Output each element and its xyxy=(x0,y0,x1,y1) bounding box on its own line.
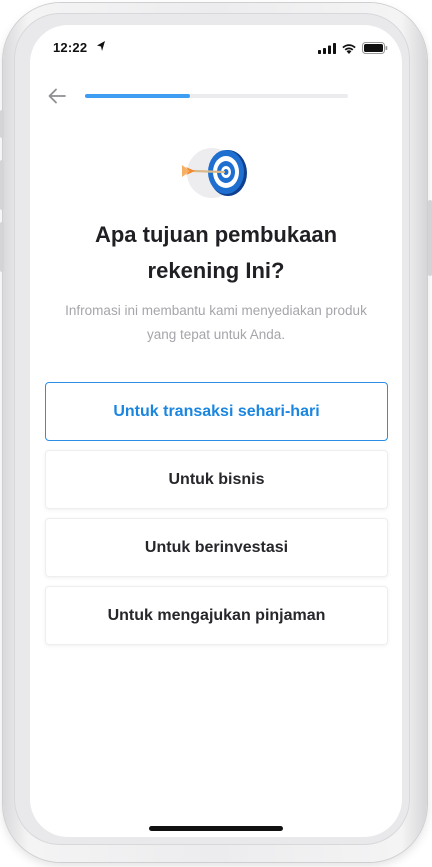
location-arrow-icon xyxy=(97,41,105,51)
power-button xyxy=(428,200,432,276)
page-title: Apa tujuan pembukaan rekening Ini? xyxy=(94,222,338,283)
app-screen: 12:22 Apa tujuan pembukaan rekening Ini?… xyxy=(30,25,402,837)
arrow-left-icon xyxy=(48,88,66,104)
status-bar: 12:22 xyxy=(30,25,402,69)
volume-down-button xyxy=(0,222,4,272)
target-dart-illustration xyxy=(178,143,254,205)
home-indicator[interactable] xyxy=(149,826,283,831)
progress-bar-fill xyxy=(85,94,191,98)
option-investment[interactable]: Untuk berinvestasi xyxy=(45,518,388,577)
target-dart-icon xyxy=(182,148,247,198)
option-business[interactable]: Untuk bisnis xyxy=(45,450,388,509)
volume-up-button xyxy=(0,160,4,210)
signal-icon xyxy=(318,42,336,54)
purpose-option-list: Untuk transaksi sehari-hari Untuk bisnis… xyxy=(45,382,388,654)
top-bar xyxy=(30,77,402,115)
option-daily-transactions[interactable]: Untuk transaksi sehari-hari xyxy=(45,382,388,441)
back-button[interactable] xyxy=(44,83,70,109)
page-subtitle: Infromasi ini membantu kami menyediakan … xyxy=(65,303,367,342)
progress-bar xyxy=(85,94,348,98)
battery-icon xyxy=(362,42,388,54)
option-loan[interactable]: Untuk mengajukan pinjaman xyxy=(45,586,388,645)
mute-switch xyxy=(0,110,4,138)
status-time: 12:22 xyxy=(53,40,88,55)
status-icons xyxy=(318,42,388,54)
wifi-icon xyxy=(342,43,356,54)
